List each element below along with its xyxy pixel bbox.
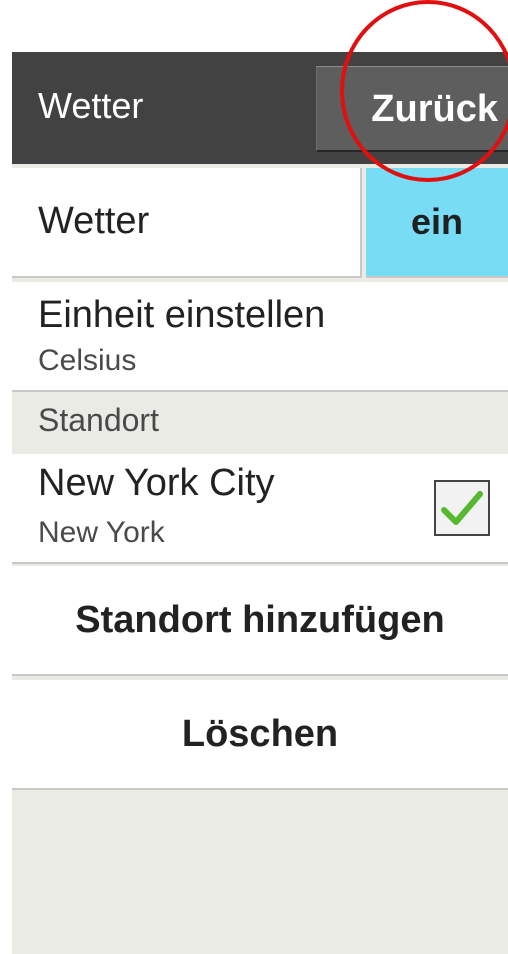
app-header: Wetter Zurück: [12, 52, 508, 164]
location-list-item[interactable]: New York City New York: [12, 454, 508, 564]
location-region: New York: [38, 516, 165, 549]
weather-setting-label: Wetter: [38, 200, 150, 242]
weather-toggle-button[interactable]: ein: [366, 168, 508, 278]
checkmark-icon: [441, 491, 483, 525]
delete-button[interactable]: Löschen: [12, 680, 508, 790]
location-section-header: Standort: [38, 402, 159, 438]
add-location-button[interactable]: Standort hinzufügen: [12, 566, 508, 676]
location-city: New York City: [38, 462, 275, 504]
back-button[interactable]: Zurück: [316, 66, 508, 152]
location-checkbox[interactable]: [434, 480, 490, 536]
weather-settings-screen: Wetter Zurück Wetter ein Einheit einstel…: [12, 52, 508, 954]
unit-setting-row[interactable]: Einheit einstellen Celsius: [12, 282, 508, 392]
weather-setting-row: Wetter: [12, 168, 362, 278]
page-title: Wetter: [38, 85, 144, 126]
unit-setting-value: Celsius: [38, 344, 137, 377]
unit-setting-title: Einheit einstellen: [38, 294, 326, 336]
